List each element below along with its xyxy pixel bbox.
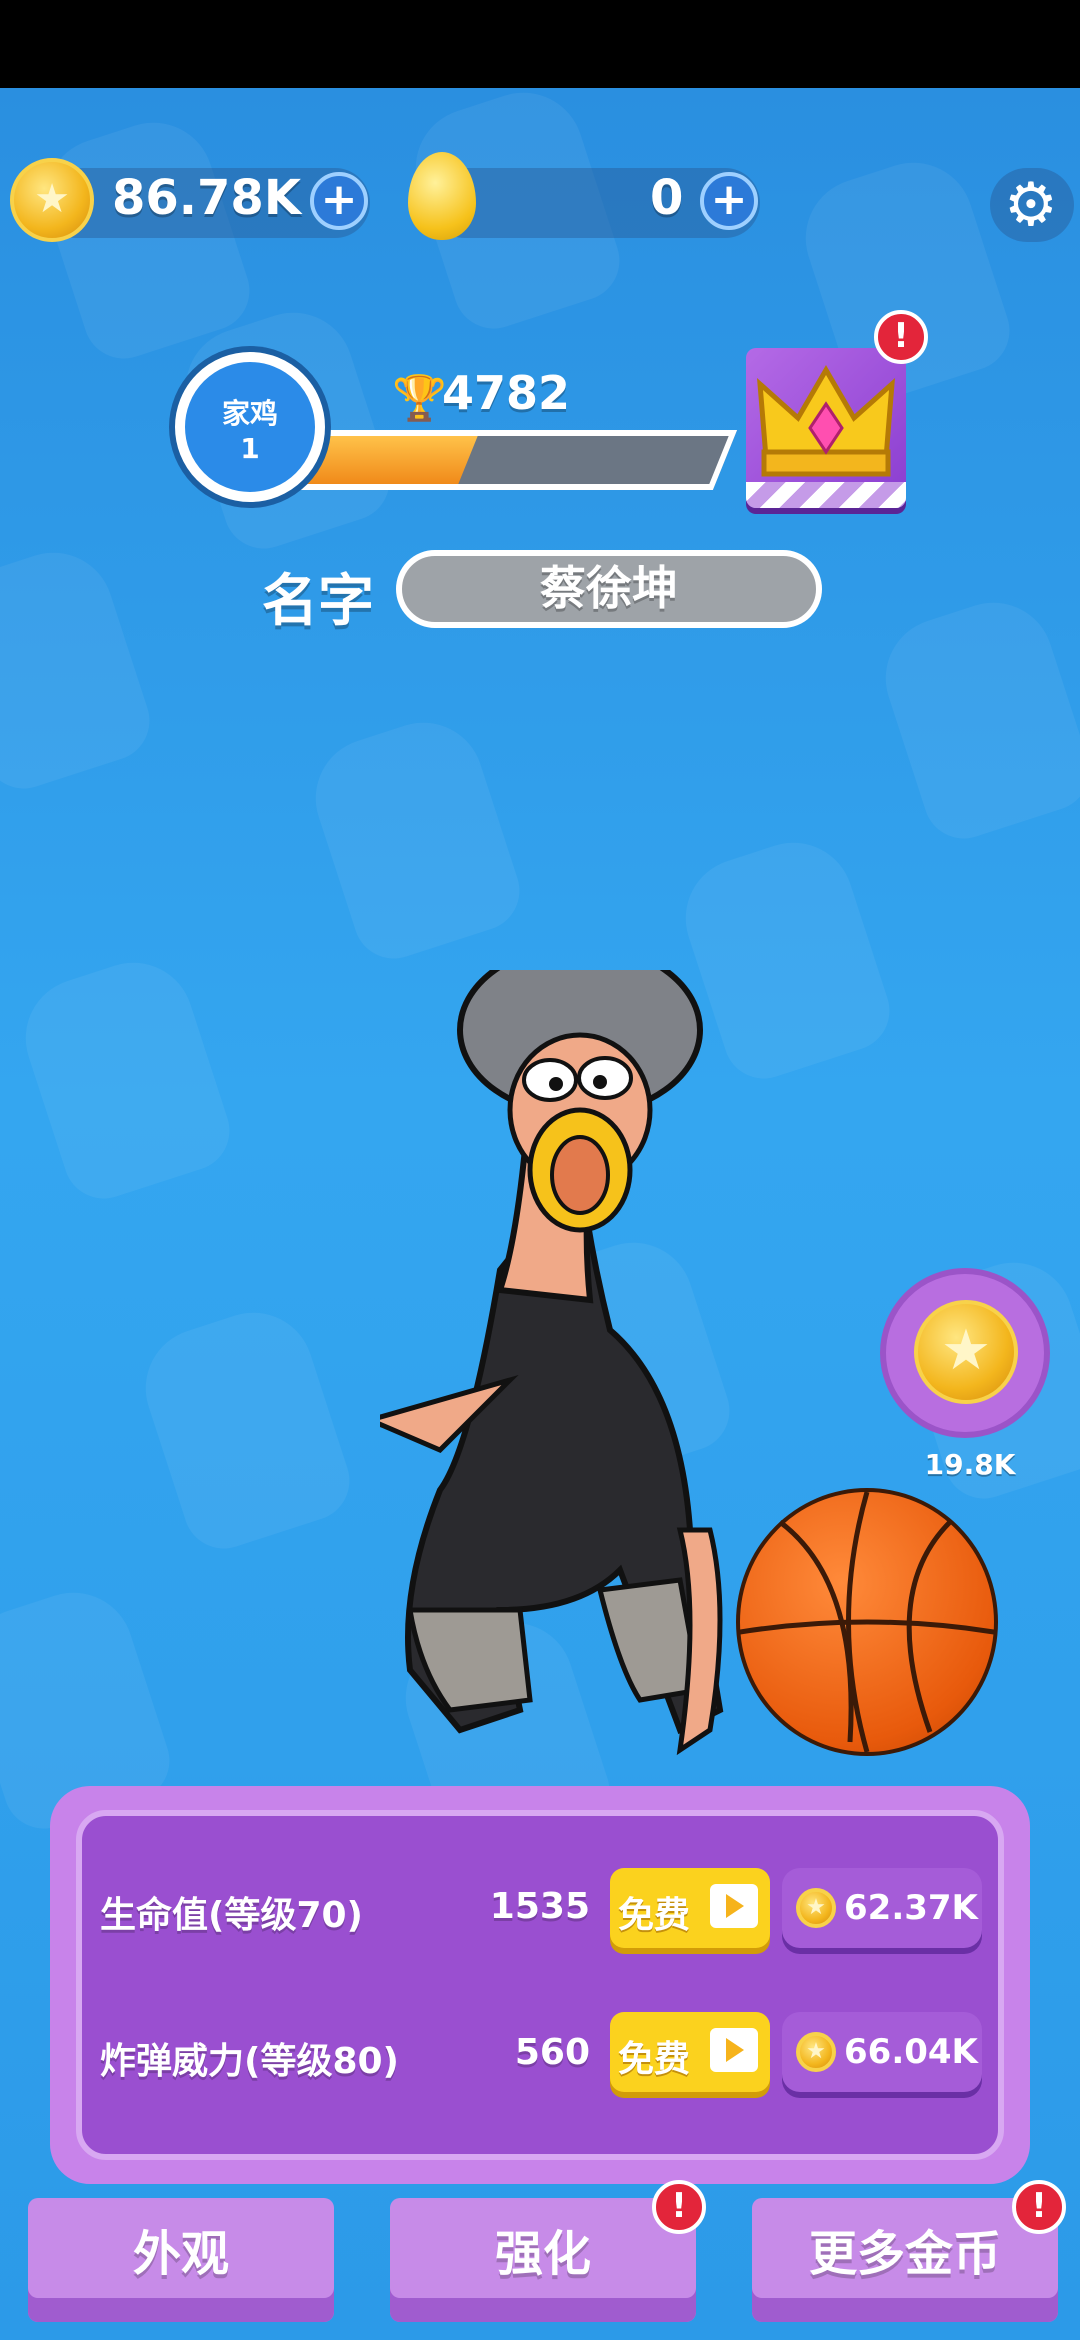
free-upgrade-button-bomb[interactable]: 免费	[610, 2012, 770, 2092]
coins-amount: 86.78K	[112, 170, 302, 226]
free-label: 免费	[618, 1895, 691, 1936]
upgrade-value-bomb: 560	[514, 2032, 590, 2073]
coin-icon: ★	[796, 2032, 836, 2072]
upgrade-cost-health: 62.37K	[844, 1888, 978, 1928]
coin-reward-button[interactable]: ★	[880, 1268, 1050, 1438]
tab-more-coins[interactable]: 更多金币	[752, 2198, 1058, 2322]
name-label: 名字	[262, 569, 374, 634]
video-ad-icon	[710, 1884, 758, 1928]
coin-reward-value: 19.8K	[924, 1448, 1016, 1481]
free-label: 免费	[618, 2039, 691, 2080]
buy-upgrade-button-bomb[interactable]: ★ 66.04K	[782, 2012, 982, 2092]
level-name: 家鸡	[221, 397, 278, 430]
tab-upgrade[interactable]: 强化	[390, 2198, 696, 2322]
plus-icon: +	[320, 174, 358, 225]
player-name-field[interactable]: 蔡徐坤	[396, 550, 822, 628]
crown-icon	[757, 365, 895, 477]
basketball-lines	[740, 1492, 994, 1752]
crown-alert-badge: !	[874, 310, 928, 364]
basketball	[736, 1488, 998, 1756]
xp-progress-bar	[282, 430, 738, 490]
more-coins-tab-alert-badge: !	[1012, 2180, 1066, 2234]
upgrade-cost-bomb: 66.04K	[844, 2032, 978, 2072]
coin-icon: ★	[10, 158, 94, 242]
coin-icon: ★	[796, 1888, 836, 1928]
free-upgrade-button-health[interactable]: 免费	[610, 1868, 770, 1948]
tab-appearance[interactable]: 外观	[28, 2198, 334, 2322]
trophy-icon: 🏆	[392, 373, 447, 424]
upgrade-panel	[50, 1786, 1030, 2184]
upgrade-tab-alert-badge: !	[652, 2180, 706, 2234]
add-coins-button[interactable]: +	[310, 172, 368, 230]
crown-reward-button[interactable]	[746, 348, 906, 508]
status-bar	[0, 0, 1080, 88]
chicken-character	[380, 970, 724, 1756]
eggs-amount: 0	[650, 170, 684, 226]
crown-stripes	[746, 482, 906, 508]
trophy-count: 4782	[442, 366, 571, 420]
upgrade-value-health: 1535	[489, 1886, 590, 1927]
upgrade-panel-inner	[76, 1810, 1004, 2160]
upgrade-label-health: 生命值(等级70)	[100, 1895, 364, 1936]
coin-icon: ★	[914, 1300, 1018, 1404]
plus-icon: +	[710, 174, 748, 225]
video-ad-icon	[710, 2028, 758, 2072]
gear-icon: ⚙	[1004, 170, 1058, 240]
add-eggs-button[interactable]: +	[700, 172, 758, 230]
level-number: 1	[240, 432, 260, 465]
upgrade-label-bomb: 炸弹威力(等级80)	[100, 2041, 400, 2082]
level-badge[interactable]: 家鸡 1	[175, 352, 325, 502]
buy-upgrade-button-health[interactable]: ★ 62.37K	[782, 1868, 982, 1948]
settings-button[interactable]: ⚙	[990, 168, 1074, 242]
